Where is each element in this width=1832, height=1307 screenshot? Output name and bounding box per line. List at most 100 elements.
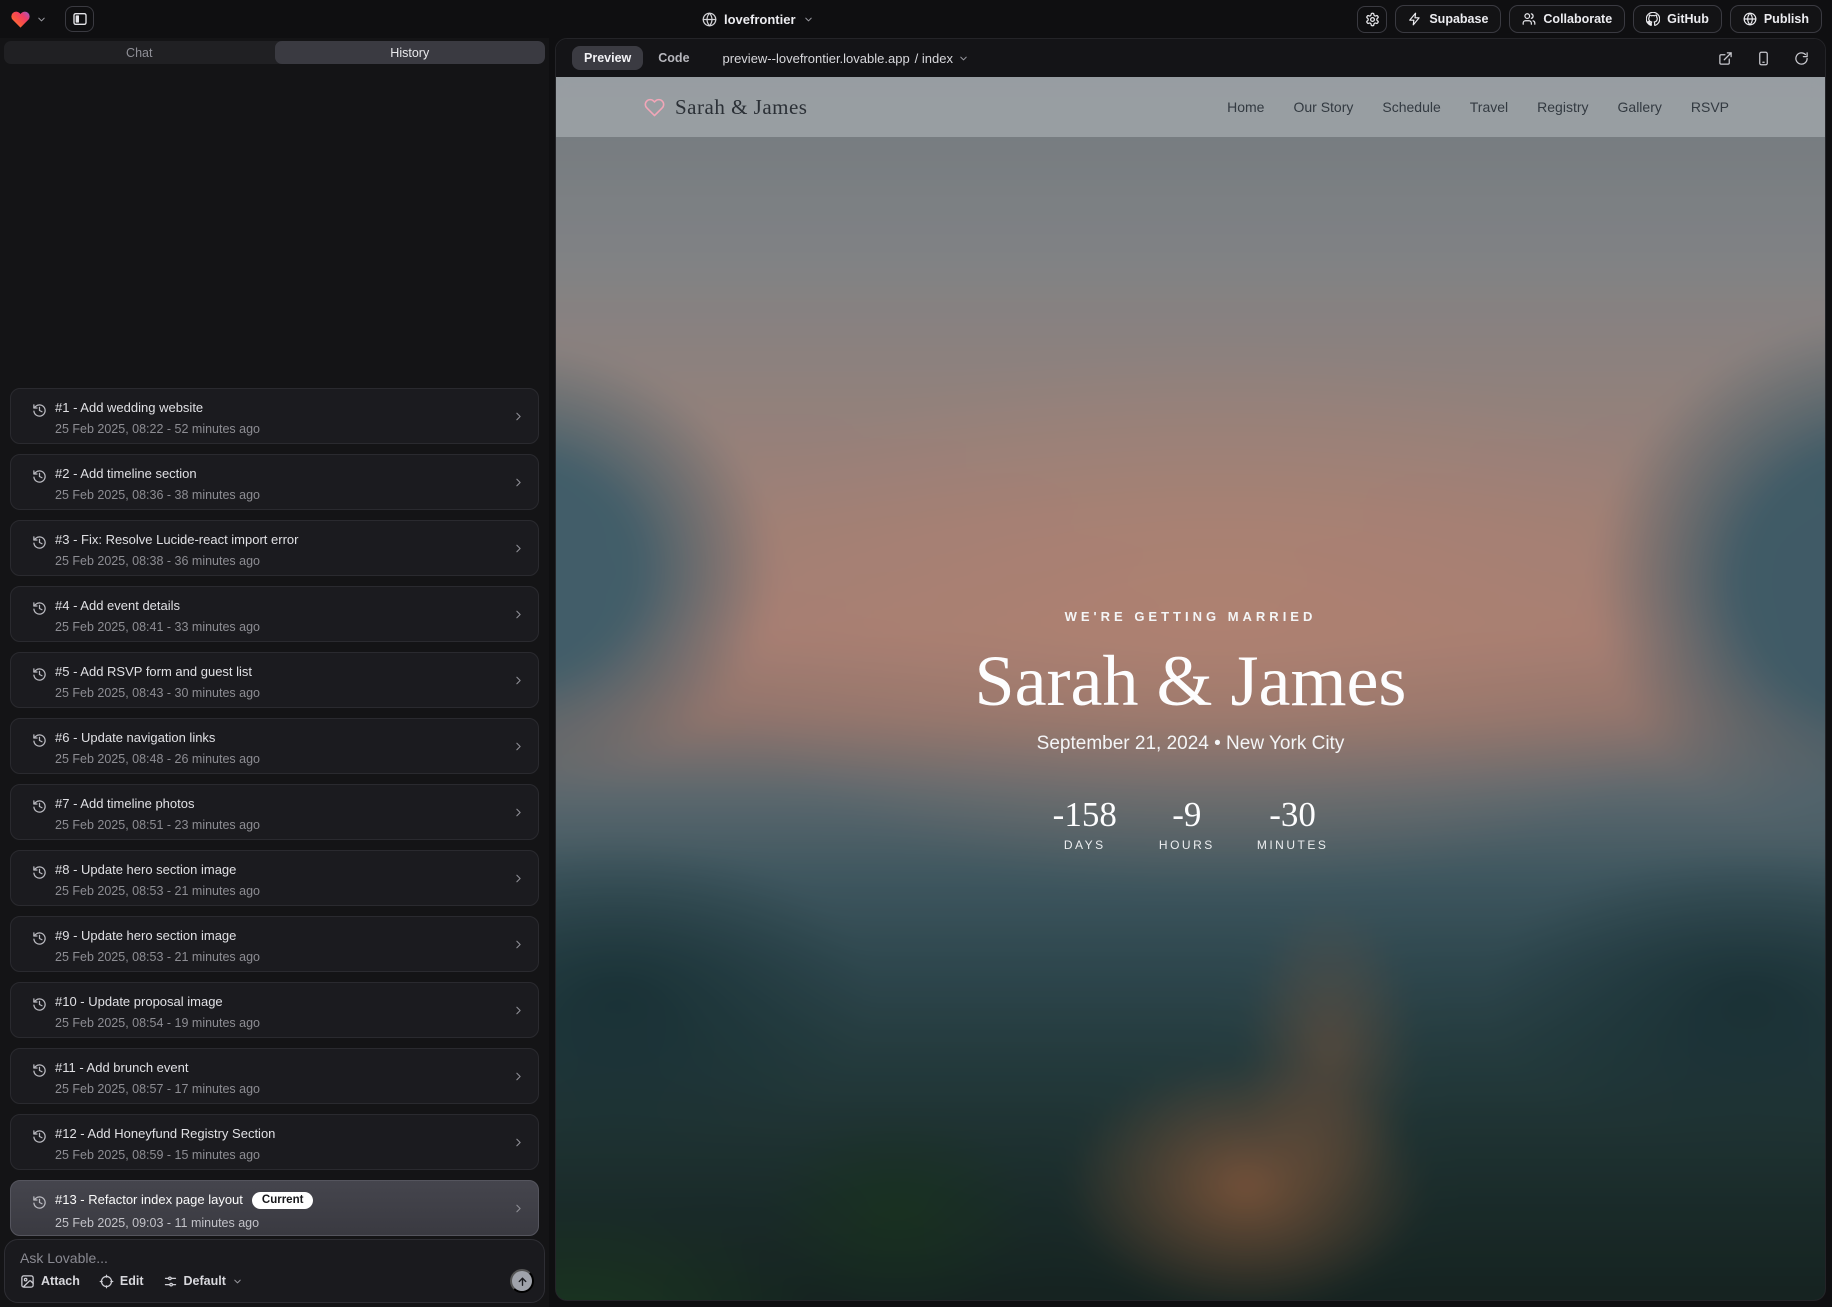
history-item-13-current[interactable]: #13 - Refactor index page layoutCurrent … [10,1180,539,1236]
countdown-minutes: -30 MINUTES [1257,795,1329,852]
history-item-title: #8 - Update hero section image [55,862,504,877]
chevron-down-icon [232,1276,243,1287]
history-item-10[interactable]: #10 - Update proposal image 25 Feb 2025,… [10,982,539,1038]
collaborate-label: Collaborate [1543,12,1612,26]
preview-chrome-actions [1718,51,1809,66]
history-item-time: 25 Feb 2025, 08:53 - 21 minutes ago [55,884,504,898]
history-item-time: 25 Feb 2025, 08:48 - 26 minutes ago [55,752,504,766]
history-item-title: #13 - Refactor index page layoutCurrent [55,1192,504,1209]
history-item-title: #10 - Update proposal image [55,994,504,1009]
sidebar: Chat History #1 - Add wedding website 25… [0,38,549,1307]
history-item-time: 25 Feb 2025, 08:36 - 38 minutes ago [55,488,504,502]
globe-icon [1743,12,1757,26]
preview-frame: Preview Code preview--lovefrontier.lovab… [555,38,1826,1301]
history-icon [32,931,47,946]
hero-title: Sarah & James [975,640,1407,723]
history-item-title: #2 - Add timeline section [55,466,504,481]
countdown-days: -158 DAYS [1053,795,1117,852]
history-icon [32,1129,47,1144]
open-external-icon[interactable] [1718,51,1733,66]
chevron-right-icon [512,1070,525,1083]
mobile-view-icon[interactable] [1756,51,1771,66]
chevron-right-icon [512,674,525,687]
hero-section: WE'RE GETTING MARRIED Sarah & James Sept… [556,77,1825,1300]
hero-eyebrow: WE'RE GETTING MARRIED [1065,609,1317,624]
globe-icon [702,12,717,27]
chevron-down-icon [958,53,969,64]
history-item-title: #4 - Add event details [55,598,504,613]
refresh-icon[interactable] [1794,51,1809,66]
history-item-title: #6 - Update navigation links [55,730,504,745]
preview-url-path: / index [915,51,953,66]
history-item-3[interactable]: #3 - Fix: Resolve Lucide-react import er… [10,520,539,576]
chevron-right-icon [512,938,525,951]
countdown-hours-value: -9 [1155,795,1219,835]
history-item-4[interactable]: #4 - Add event details 25 Feb 2025, 08:4… [10,586,539,642]
tab-code[interactable]: Code [658,51,689,65]
chevron-down-icon [803,14,814,25]
history-item-title-text: #13 - Refactor index page layout [55,1192,243,1207]
history-icon [32,733,47,748]
countdown-minutes-value: -30 [1257,795,1329,835]
send-button[interactable] [510,1269,534,1293]
edit-button[interactable]: Edit [99,1274,144,1289]
history-item-5[interactable]: #5 - Add RSVP form and guest list 25 Feb… [10,652,539,708]
chevron-right-icon [512,740,525,753]
mode-select[interactable]: Default [163,1274,243,1289]
supabase-label: Supabase [1429,12,1488,26]
lovable-logo-icon[interactable] [10,9,31,30]
history-item-1[interactable]: #1 - Add wedding website 25 Feb 2025, 08… [10,388,539,444]
history-icon [32,799,47,814]
composer-toolbar: Attach Edit Default [20,1269,534,1293]
history-item-time: 25 Feb 2025, 08:59 - 15 minutes ago [55,1148,504,1162]
github-button[interactable]: GitHub [1633,5,1722,33]
preview-chrome-bar: Preview Code preview--lovefrontier.lovab… [556,39,1825,77]
history-item-8[interactable]: #8 - Update hero section image 25 Feb 20… [10,850,539,906]
tab-preview[interactable]: Preview [572,46,643,70]
tab-chat[interactable]: Chat [4,41,275,64]
chevron-right-icon [512,806,525,819]
crosshair-icon [99,1274,114,1289]
history-item-title: #12 - Add Honeyfund Registry Section [55,1126,504,1141]
history-item-11[interactable]: #11 - Add brunch event 25 Feb 2025, 08:5… [10,1048,539,1104]
history-item-title: #7 - Add timeline photos [55,796,504,811]
panel-left-icon [72,11,88,27]
project-name: lovefrontier [724,12,796,27]
countdown-hours-label: HOURS [1155,838,1219,852]
history-icon [32,865,47,880]
history-item-title: #5 - Add RSVP form and guest list [55,664,504,679]
history-item-title: #1 - Add wedding website [55,400,504,415]
publish-button[interactable]: Publish [1730,5,1822,33]
users-icon [1522,12,1536,26]
chevron-right-icon [512,1202,525,1215]
history-item-7[interactable]: #7 - Add timeline photos 25 Feb 2025, 08… [10,784,539,840]
ask-lovable-input[interactable] [20,1250,504,1266]
history-item-time: 25 Feb 2025, 08:53 - 21 minutes ago [55,950,504,964]
chevron-right-icon [512,1136,525,1149]
github-icon [1646,12,1660,26]
supabase-button[interactable]: Supabase [1395,5,1501,33]
collaborate-button[interactable]: Collaborate [1509,5,1625,33]
history-item-12[interactable]: #12 - Add Honeyfund Registry Section 25 … [10,1114,539,1170]
history-item-title: #3 - Fix: Resolve Lucide-react import er… [55,532,504,547]
history-item-time: 25 Feb 2025, 08:51 - 23 minutes ago [55,818,504,832]
chevron-right-icon [512,542,525,555]
history-item-9[interactable]: #9 - Update hero section image 25 Feb 20… [10,916,539,972]
tab-history[interactable]: History [275,41,546,64]
history-icon [32,403,47,418]
attach-button[interactable]: Attach [20,1274,80,1289]
settings-button[interactable] [1357,6,1387,33]
top-bar-actions: Supabase Collaborate GitHub Publish [1357,5,1822,33]
sidebar-toggle-button[interactable] [65,6,94,32]
chevron-down-icon[interactable] [36,14,47,25]
history-item-6[interactable]: #6 - Update navigation links 25 Feb 2025… [10,718,539,774]
preview-url[interactable]: preview--lovefrontier.lovable.app / inde… [723,51,969,66]
history-item-2[interactable]: #2 - Add timeline section 25 Feb 2025, 0… [10,454,539,510]
sidebar-tabs: Chat History [4,41,545,64]
project-switcher[interactable]: lovefrontier [702,0,814,38]
chevron-right-icon [512,476,525,489]
chevron-right-icon [512,608,525,621]
countdown: -158 DAYS -9 HOURS -30 MINUTES [1053,795,1329,852]
history-list: #1 - Add wedding website 25 Feb 2025, 08… [10,388,539,1246]
history-item-time: 25 Feb 2025, 08:43 - 30 minutes ago [55,686,504,700]
